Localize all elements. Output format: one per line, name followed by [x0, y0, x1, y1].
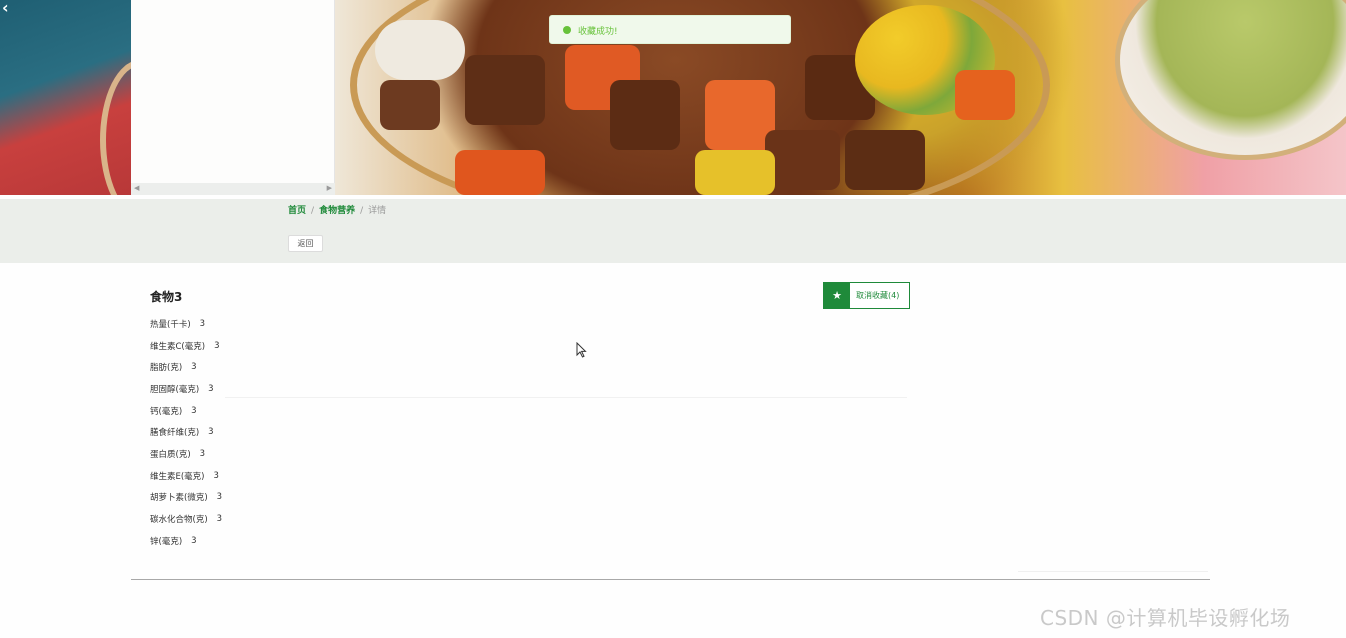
nutrient-value: 3	[213, 470, 219, 481]
banner-food-image	[335, 0, 1346, 195]
nutrient-value: 3	[216, 492, 223, 503]
divider	[131, 579, 1210, 580]
nutrient-name: 热量(千卡)	[150, 319, 191, 330]
scroll-right-icon[interactable]: ▶	[327, 184, 332, 192]
scroll-left-icon[interactable]: ◀	[134, 184, 139, 192]
star-icon: ★	[824, 283, 850, 308]
list-item: 维生素E(毫克) 3	[150, 465, 222, 487]
breadcrumb-section[interactable]: 食物营养	[319, 206, 355, 216]
watermark: CSDN @计算机毕设孵化场	[1040, 606, 1291, 630]
banner-image-left: ‹	[0, 0, 180, 195]
nutrient-value: 3	[216, 514, 223, 525]
nutrient-name: 碳水化合物(克)	[150, 515, 208, 526]
nutrient-name: 锌(毫克)	[150, 536, 183, 547]
list-item: 胡萝卜素(微克) 3	[150, 487, 222, 509]
list-item: 热量(千卡) 3	[150, 313, 222, 335]
scroll-panel[interactable]: ◀ ▶	[131, 0, 335, 195]
nutrient-name: 膳食纤维(克)	[150, 428, 200, 439]
nutrient-value: 3	[199, 448, 206, 459]
divider	[1018, 571, 1208, 572]
divider	[225, 397, 907, 398]
nutrient-value: 3	[191, 405, 197, 416]
list-item: 锌(毫克) 3	[150, 530, 222, 552]
success-toast: 收藏成功!	[549, 15, 791, 44]
nutrient-name: 维生素E(毫克)	[150, 471, 205, 482]
nutrient-value: 3	[191, 362, 197, 373]
breadcrumb-band	[0, 199, 1346, 263]
nutrient-value: 3	[191, 535, 197, 546]
nutrient-value: 3	[199, 318, 206, 329]
nutrient-name: 蛋白质(克)	[150, 449, 191, 460]
back-button[interactable]: 返回	[288, 235, 323, 252]
breadcrumb-current: 详情	[368, 206, 387, 216]
page-title: 食物3	[150, 290, 183, 304]
list-item: 钙(毫克) 3	[150, 400, 222, 422]
breadcrumb: 首页 / 食物营养 / 详情	[288, 203, 386, 216]
list-item: 蛋白质(克) 3	[150, 443, 222, 465]
check-circle-icon	[563, 26, 571, 34]
nutrient-value: 3	[208, 383, 214, 394]
unfavorite-button[interactable]: ★ 取消收藏(4)	[823, 282, 910, 309]
list-item: 碳水化合物(克) 3	[150, 508, 222, 530]
list-item: 维生素C(毫克) 3	[150, 335, 222, 357]
unfavorite-label: 取消收藏(4)	[856, 291, 900, 300]
nutrient-value: 3	[214, 340, 220, 351]
toast-message: 收藏成功!	[578, 27, 618, 37]
nutrient-value: 3	[208, 427, 214, 438]
breadcrumb-home[interactable]: 首页	[288, 206, 306, 216]
list-item: 胆固醇(毫克) 3	[150, 378, 222, 400]
list-item: 脂肪(克) 3	[150, 356, 222, 378]
breadcrumb-separator: /	[360, 206, 364, 216]
breadcrumb-separator: /	[311, 206, 315, 216]
nutrient-name: 脂肪(克)	[150, 363, 183, 374]
nutrient-name: 胆固醇(毫克)	[150, 384, 200, 395]
horizontal-scrollbar[interactable]: ◀ ▶	[131, 183, 335, 195]
nutrient-name: 钙(毫克)	[150, 406, 183, 417]
nutrient-name: 维生素C(毫克)	[150, 341, 206, 352]
chevron-left-icon[interactable]: ‹	[2, 0, 9, 17]
nutrient-name: 胡萝卜素(微克)	[150, 493, 208, 504]
list-item: 膳食纤维(克) 3	[150, 421, 222, 443]
nutrient-list: 热量(千卡) 3 维生素C(毫克) 3 脂肪(克) 3 胆固醇(毫克) 3 钙(毫克) 3…	[150, 313, 222, 552]
